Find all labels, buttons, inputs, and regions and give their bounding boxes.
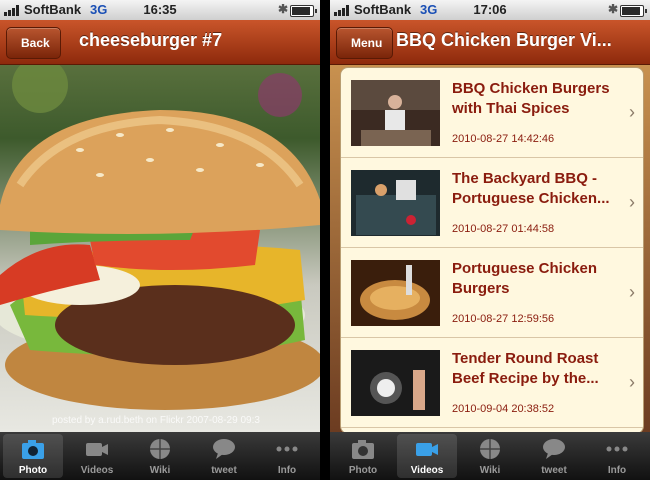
page-title: BBQ Chicken Burger Vi... — [396, 30, 612, 50]
video-date: 2010-09-04 20:38:52 — [452, 403, 555, 415]
menu-button-label: Menu — [351, 36, 383, 50]
tab-label: Wiki — [149, 465, 171, 476]
tab-tweet[interactable]: tweet — [194, 434, 254, 478]
chevron-right-icon: › — [629, 282, 635, 302]
tab-wiki[interactable]: Wiki — [460, 434, 520, 478]
video-camera-icon — [416, 443, 438, 456]
status-bar: SoftBank 3G 16:35 ✱ — [0, 0, 320, 20]
tab-videos[interactable]: Videos — [397, 434, 457, 478]
chevron-right-icon: › — [629, 192, 635, 212]
video-thumbnail — [351, 80, 440, 146]
list-background: BBQ Chicken Burgers with Thai Spices 201… — [330, 65, 650, 434]
video-title: The Backyard BBQ - Portuguese Chicken... — [452, 170, 610, 207]
globe-icon — [150, 439, 170, 459]
tab-label: Photo — [18, 465, 48, 476]
video-date: 2010-08-27 01:44:58 — [452, 223, 555, 235]
burger-illustration — [0, 65, 320, 410]
video-thumbnail — [351, 170, 440, 236]
chevron-right-icon: › — [629, 372, 635, 392]
tab-label: Info — [277, 465, 297, 476]
menu-button[interactable]: Menu — [336, 27, 394, 59]
signal-icon — [4, 5, 22, 16]
video-camera-icon — [86, 443, 108, 456]
tab-label: tweet — [211, 465, 237, 476]
video-row[interactable]: Portuguese Chicken Burgers 2010-08-27 12… — [341, 248, 643, 338]
battery-icon — [620, 5, 647, 17]
tab-wiki[interactable]: Wiki — [130, 434, 190, 478]
more-dots-icon — [276, 446, 298, 452]
video-thumbnail — [351, 260, 440, 326]
battery-icon — [290, 5, 317, 17]
video-row[interactable]: BBQ Chicken Burgers with Thai Spices 201… — [341, 68, 643, 158]
network-label: 3G — [90, 2, 108, 17]
cheeseburger-photo[interactable]: posted by a.rud.beth on Flickr 2007-08-2… — [0, 65, 320, 432]
tab-photo[interactable]: Photo — [333, 434, 393, 478]
back-button[interactable]: Back — [6, 27, 61, 59]
tab-label: tweet — [541, 465, 567, 476]
video-date: 2010-08-27 12:59:56 — [452, 313, 555, 325]
tab-videos[interactable]: Videos — [67, 434, 127, 478]
tab-info[interactable]: Info — [587, 434, 647, 478]
nav-bar: Back cheeseburger #7 — [0, 20, 320, 65]
tab-label: Info — [607, 465, 627, 476]
carrier-label: SoftBank — [24, 2, 82, 17]
video-title: Tender Round Roast Beef Recipe by the... — [452, 350, 599, 387]
tab-label: Videos — [80, 465, 114, 476]
speech-bubble-icon — [543, 439, 565, 459]
speech-bubble-icon — [213, 439, 235, 459]
bluetooth-icon: ✱ — [278, 2, 289, 16]
video-row[interactable]: Tender Round Roast Beef Recipe by the...… — [341, 338, 643, 428]
chevron-right-icon: › — [629, 102, 635, 122]
tab-label: Photo — [348, 465, 378, 476]
tab-photo[interactable]: Photo — [3, 434, 63, 478]
videos-screen: SoftBank 3G 17:06 ✱ Menu BBQ Chicken Bur… — [330, 0, 650, 480]
more-dots-icon — [606, 446, 628, 452]
video-list: BBQ Chicken Burgers with Thai Spices 201… — [340, 67, 644, 434]
carrier-label: SoftBank — [354, 2, 412, 17]
tab-bar: Photo Videos Wiki tweet Info — [0, 432, 320, 480]
signal-icon — [334, 5, 352, 16]
photo-credit: posted by a.rud.beth on Flickr 2007-08-2… — [52, 415, 260, 426]
globe-icon — [480, 439, 500, 459]
nav-bar: Menu BBQ Chicken Burger Vi... — [330, 20, 650, 65]
video-row[interactable]: The Backyard BBQ - Portuguese Chicken...… — [341, 158, 643, 248]
back-button-label: Back — [21, 36, 50, 50]
camera-icon — [22, 440, 44, 459]
camera-icon — [352, 440, 374, 459]
photo-screen: SoftBank 3G 16:35 ✱ Back cheeseburger #7 — [0, 0, 320, 480]
bluetooth-icon: ✱ — [608, 2, 619, 16]
tab-info[interactable]: Info — [257, 434, 317, 478]
video-title: Portuguese Chicken Burgers — [452, 260, 598, 297]
status-bar: SoftBank 3G 17:06 ✱ — [330, 0, 650, 20]
page-title: cheeseburger #7 — [79, 30, 223, 50]
video-thumbnail — [351, 350, 440, 416]
video-date: 2010-08-27 14:42:46 — [452, 133, 555, 145]
tab-tweet[interactable]: tweet — [524, 434, 584, 478]
video-title: BBQ Chicken Burgers with Thai Spices — [452, 80, 610, 117]
tab-label: Wiki — [479, 465, 501, 476]
tab-bar: Photo Videos Wiki tweet Info — [330, 432, 650, 480]
network-label: 3G — [420, 2, 438, 17]
tab-label: Videos — [410, 465, 444, 476]
